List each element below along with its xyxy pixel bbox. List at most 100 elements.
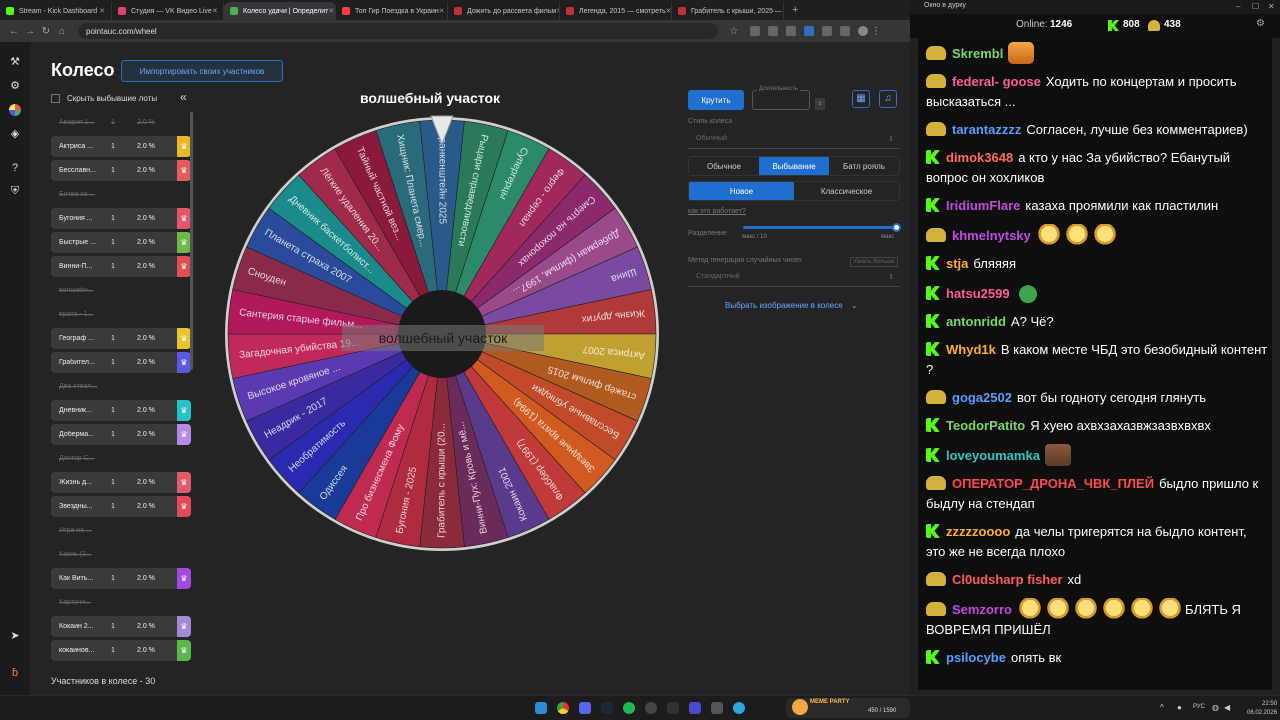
- tray-chevron-icon[interactable]: ^: [1160, 703, 1164, 712]
- chat-username[interactable]: Semzorro: [952, 602, 1012, 617]
- steam-icon[interactable]: [601, 702, 613, 714]
- lot-item[interactable]: Бесславн... 1 2.0 % ♛: [51, 160, 191, 181]
- lot-color-tag-icon[interactable]: ♛: [177, 232, 191, 253]
- browser-tab[interactable]: Грабитель с крыши, 2025 —✕: [672, 2, 784, 20]
- hide-dropped-checkbox[interactable]: [51, 94, 60, 103]
- lot-color-tag-icon[interactable]: ♛: [177, 400, 191, 421]
- lot-item[interactable]: Казнь (2...: [51, 544, 191, 565]
- back-icon[interactable]: ←: [6, 26, 22, 37]
- clock[interactable]: 22:50 06.02.2026: [1247, 700, 1277, 718]
- reload-icon[interactable]: ↻: [38, 26, 54, 37]
- app-icon[interactable]: [689, 702, 701, 714]
- forward-icon[interactable]: →: [22, 26, 38, 37]
- duration-input[interactable]: Длительность: [752, 86, 810, 110]
- chat-username[interactable]: dimok3648: [946, 150, 1013, 165]
- new-tab-icon[interactable]: +: [792, 4, 798, 16]
- gear-icon[interactable]: ⚙: [9, 80, 21, 92]
- bookmark-star-icon[interactable]: ☆: [726, 26, 742, 37]
- telegram-icon[interactable]: [733, 702, 745, 714]
- tab-close-icon[interactable]: ✕: [439, 7, 445, 15]
- lot-item[interactable]: Быстрые ... 1 2.0 % ♛: [51, 232, 191, 253]
- extension-icon[interactable]: [822, 26, 832, 36]
- import-participants-button[interactable]: Импортировать своих участников: [121, 60, 283, 82]
- lot-color-tag-icon[interactable]: ♛: [177, 496, 191, 517]
- chat-username[interactable]: Skrembl: [952, 46, 1003, 61]
- chat-username[interactable]: federal- goose: [952, 74, 1041, 89]
- chrome-icon[interactable]: [557, 702, 569, 714]
- chat-username[interactable]: TeodorPatito: [946, 418, 1025, 433]
- address-bar[interactable]: pointauc.com/wheel: [78, 23, 718, 39]
- lot-item[interactable]: Как Вить... 1 2.0 % ♛: [51, 568, 191, 589]
- hide-dropped-toggle[interactable]: Скрыть выбывшие лоты: [51, 94, 157, 103]
- browser-tab[interactable]: Колесо удачи | Определит ✕: [224, 2, 336, 20]
- lot-item[interactable]: кокаинов... 1 2.0 % ♛: [51, 640, 191, 661]
- meme-party-widget[interactable]: MEME PARTY 450 / 1590: [786, 698, 910, 718]
- app-icon[interactable]: [667, 702, 679, 714]
- lot-item[interactable]: Грабител... 1 2.0 % ♛: [51, 352, 191, 373]
- lot-item[interactable]: Доберма... 1 2.0 % ♛: [51, 424, 191, 445]
- avatar[interactable]: [858, 26, 868, 36]
- lot-list-scrollbar[interactable]: [190, 112, 193, 370]
- windows-start-icon[interactable]: [535, 702, 547, 714]
- chat-username[interactable]: antonridd: [946, 314, 1006, 329]
- minimize-icon[interactable]: –: [1236, 2, 1240, 11]
- extension-icon[interactable]: [804, 26, 814, 36]
- chat-username[interactable]: Cl0udsharp fisher: [952, 572, 1063, 587]
- lot-item[interactable]: Жизнь д... 1 2.0 % ♛: [51, 472, 191, 493]
- lot-item[interactable]: врата - 1...: [51, 304, 191, 325]
- wheel-style-select[interactable]: Обычный ⇕: [688, 131, 900, 149]
- maximize-icon[interactable]: ☐: [1252, 2, 1259, 11]
- telegram-icon[interactable]: ➤: [9, 630, 21, 642]
- lot-color-tag-icon[interactable]: ♛: [177, 640, 191, 661]
- discord-icon[interactable]: [579, 702, 591, 714]
- volume-icon[interactable]: ◀: [1224, 703, 1230, 712]
- obs-icon[interactable]: [645, 702, 657, 714]
- browser-tab[interactable]: Легенда, 2015 — смотреть ✕: [560, 2, 672, 20]
- extension-icon[interactable]: [786, 26, 796, 36]
- browser-tab[interactable]: Студия — VK Видео Live ✕: [112, 2, 224, 20]
- lot-item[interactable]: Кокаин 2... 1 2.0 % ♛: [51, 616, 191, 637]
- lot-item[interactable]: волшебн...: [51, 280, 191, 301]
- music-icon[interactable]: ♫: [879, 90, 897, 108]
- extension-icon[interactable]: [750, 26, 760, 36]
- lot-color-tag-icon[interactable]: ♛: [177, 136, 191, 157]
- wheel-icon[interactable]: [9, 104, 21, 116]
- variant-tab[interactable]: Классическое: [794, 182, 899, 200]
- mode-tab[interactable]: Обычное: [689, 157, 759, 175]
- tab-close-icon[interactable]: ✕: [99, 7, 105, 15]
- lot-item[interactable]: Доктор С...: [51, 448, 191, 469]
- help-icon[interactable]: ?: [9, 162, 21, 174]
- lot-item[interactable]: Звездны... 1 2.0 % ♛: [51, 496, 191, 517]
- lot-color-tag-icon[interactable]: ♛: [177, 208, 191, 229]
- lot-item[interactable]: Актриса ... 1 2.0 % ♛: [51, 136, 191, 157]
- collapse-icon[interactable]: «: [180, 90, 187, 104]
- language-indicator[interactable]: РУС: [1193, 704, 1205, 710]
- mode-tab[interactable]: Батл рояль: [829, 157, 899, 175]
- lot-item[interactable]: Дневник... 1 2.0 % ♛: [51, 400, 191, 421]
- auction-hammer-icon[interactable]: ⚒: [9, 56, 21, 68]
- brand-logo-icon[interactable]: ɓ: [9, 667, 21, 679]
- chat-username[interactable]: IridiumFlare: [946, 198, 1020, 213]
- lot-color-tag-icon[interactable]: ♛: [177, 328, 191, 349]
- lot-color-tag-icon[interactable]: ♛: [177, 424, 191, 445]
- tab-close-icon[interactable]: ✕: [666, 7, 671, 15]
- lot-color-tag-icon[interactable]: ♛: [177, 568, 191, 589]
- chat-username[interactable]: ОПЕРАТОР_ДРОНА_ЧВК_ПЛЕЙ: [952, 476, 1154, 491]
- variant-tab[interactable]: Новое: [689, 182, 794, 200]
- spin-button[interactable]: Крутить: [688, 90, 744, 110]
- split-slider-handle[interactable]: [892, 223, 901, 232]
- browser-tab[interactable]: Топ Гир Поездка в Украин ✕: [336, 2, 448, 20]
- learn-more-button[interactable]: Узнать больше: [850, 257, 898, 267]
- tab-close-icon[interactable]: ✕: [782, 7, 783, 15]
- settings-icon[interactable]: ⚙: [1256, 18, 1265, 29]
- lot-color-tag-icon[interactable]: ♛: [177, 160, 191, 181]
- chat-username[interactable]: goga2502: [952, 390, 1012, 405]
- chat-username[interactable]: loveyoumamka: [946, 448, 1040, 463]
- lot-item[interactable]: Географ ... 1 2.0 % ♛: [51, 328, 191, 349]
- chat-username[interactable]: Whyd1k: [946, 342, 996, 357]
- chat-username[interactable]: hatsu2599: [946, 286, 1010, 301]
- chat-username[interactable]: stja: [946, 256, 968, 271]
- home-icon[interactable]: ⌂: [54, 26, 70, 37]
- tab-close-icon[interactable]: ✕: [212, 7, 218, 15]
- chat-username[interactable]: zzzzzoooo: [946, 524, 1010, 539]
